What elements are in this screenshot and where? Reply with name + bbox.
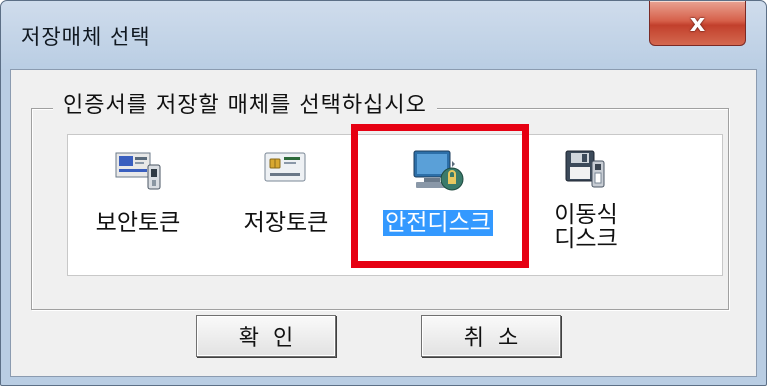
title-bar[interactable]: 저장매체 선택 x xyxy=(1,1,766,69)
media-label: 보안토큰 xyxy=(95,210,181,236)
security-token-icon xyxy=(114,147,162,195)
storage-token-icon xyxy=(262,147,310,191)
highlight-box xyxy=(351,124,529,268)
media-item-security-token[interactable]: 보안토큰 xyxy=(68,135,208,275)
removable-disk-icon xyxy=(564,147,608,195)
cancel-button[interactable]: 취소 xyxy=(421,315,561,357)
close-button[interactable]: x xyxy=(649,1,746,46)
media-label-line1: 이동식 xyxy=(554,202,618,228)
media-label: 저장토큰 xyxy=(243,210,329,236)
window-title: 저장매체 선택 xyxy=(21,25,151,49)
media-item-storage-token[interactable]: 저장토큰 xyxy=(216,135,356,275)
media-item-removable-disk[interactable]: 이동식 디스크 xyxy=(516,135,656,275)
media-label: 이동식 디스크 xyxy=(516,203,656,251)
group-legend: 인증서를 저장할 매체를 선택하십시오 xyxy=(53,87,437,119)
close-icon: x xyxy=(689,9,706,37)
ok-button[interactable]: 확인 xyxy=(196,315,336,357)
media-label-line2: 디스크 xyxy=(554,226,618,252)
dialog-window: 저장매체 선택 x 인증서를 저장할 매체를 선택하십시오 보안토큰 저장토큰 … xyxy=(0,0,767,386)
